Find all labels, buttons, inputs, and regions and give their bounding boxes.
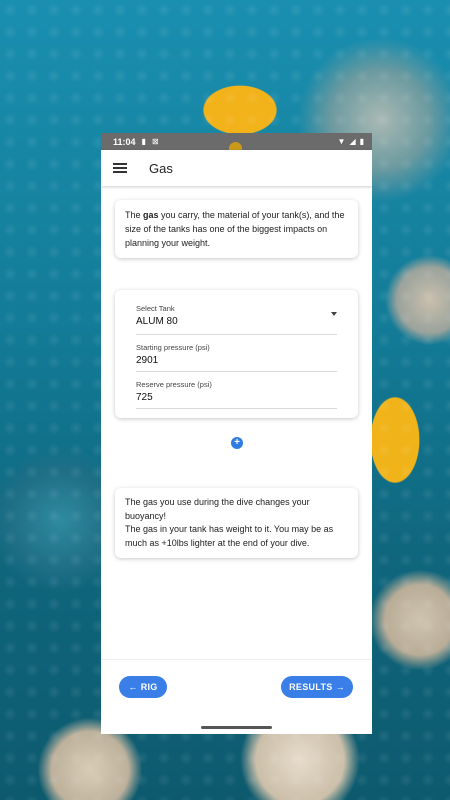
reserve-pressure-value[interactable]: 725 bbox=[136, 392, 337, 403]
dropdown-arrow-icon[interactable] bbox=[331, 312, 337, 316]
sim-card-icon: ▮ bbox=[141, 137, 146, 146]
bottom-nav-bar: ← RIG RESULTS → bbox=[101, 659, 372, 734]
tank-form-card: Select Tank ALUM 80 Starting pressure (p… bbox=[115, 290, 358, 418]
info-line-2: The gas in your tank has weight to it. Y… bbox=[125, 524, 334, 548]
wifi-icon: ▼ bbox=[337, 137, 346, 146]
intro-text-after: you carry, the material of your tank(s),… bbox=[125, 210, 345, 248]
signal-icon: ◢ bbox=[349, 137, 356, 146]
starting-pressure-field[interactable]: Starting pressure (psi) 2901 bbox=[136, 335, 337, 372]
tank-select-value: ALUM 80 bbox=[136, 316, 178, 327]
buoyancy-info-card: The gas you use during the dive changes … bbox=[115, 488, 358, 558]
hamburger-menu-icon[interactable] bbox=[113, 163, 127, 173]
back-rig-button[interactable]: ← RIG bbox=[119, 676, 167, 698]
arrow-right-icon: → bbox=[335, 682, 345, 692]
plus-circle-icon: + bbox=[234, 437, 240, 448]
intro-card: The gas you carry, the material of your … bbox=[115, 200, 358, 258]
tank-select[interactable]: Select Tank ALUM 80 bbox=[136, 290, 337, 335]
page-title: Gas bbox=[149, 160, 173, 176]
add-tank-button[interactable]: + bbox=[231, 437, 243, 449]
info-line-1: The gas you use during the dive changes … bbox=[125, 497, 310, 521]
reserve-pressure-field[interactable]: Reserve pressure (psi) 725 bbox=[136, 372, 337, 409]
intro-text-before: The bbox=[125, 210, 144, 220]
a-box-icon: ⊠ bbox=[151, 137, 159, 146]
status-time: 11:04 bbox=[113, 136, 136, 147]
home-indicator[interactable] bbox=[201, 726, 272, 729]
starting-pressure-label: Starting pressure (psi) bbox=[136, 343, 210, 352]
status-bar: 11:04 ▮ ⊠ ▼ ◢ ▮ bbox=[101, 133, 372, 155]
tank-select-label: Select Tank bbox=[136, 304, 175, 313]
back-button-label: RIG bbox=[140, 682, 158, 692]
app-bar: Gas bbox=[101, 150, 372, 186]
starting-pressure-value[interactable]: 2901 bbox=[136, 355, 337, 366]
next-results-button[interactable]: RESULTS → bbox=[281, 676, 353, 698]
reserve-pressure-label: Reserve pressure (psi) bbox=[136, 380, 212, 389]
arrow-left-icon: ← bbox=[128, 682, 138, 692]
intro-bold-word: gas bbox=[143, 210, 159, 220]
battery-icon: ▮ bbox=[359, 137, 364, 146]
next-button-label: RESULTS bbox=[289, 682, 333, 692]
app-window: 11:04 ▮ ⊠ ▼ ◢ ▮ Gas The gas you carry, t… bbox=[101, 133, 372, 734]
